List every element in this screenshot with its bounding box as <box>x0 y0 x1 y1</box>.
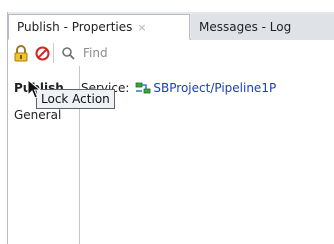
close-icon[interactable]: × <box>137 21 146 34</box>
properties-panel: Publish - Properties × Messages - Log Fi… <box>7 12 334 244</box>
search-icon <box>62 46 75 60</box>
tab-label: Messages - Log <box>199 20 292 34</box>
no-entry-icon <box>35 46 49 60</box>
tooltip: Lock Action <box>36 89 115 109</box>
tab-strip: Publish - Properties × Messages - Log <box>8 12 334 40</box>
search-input[interactable] <box>83 46 283 60</box>
search-box[interactable] <box>53 43 334 63</box>
lock-icon <box>14 44 28 61</box>
service-link[interactable]: SBProject/Pipeline1P <box>153 81 276 95</box>
stop-button[interactable] <box>33 44 51 62</box>
mouse-pointer-icon <box>27 79 41 99</box>
tab-messages-log[interactable]: Messages - Log <box>191 14 334 40</box>
nav-item-general[interactable]: General <box>14 108 61 122</box>
pipeline-icon <box>135 81 151 95</box>
lock-action-button[interactable] <box>12 44 30 62</box>
tab-publish-properties[interactable]: Publish - Properties × <box>8 14 190 40</box>
toolbar <box>8 41 334 65</box>
properties-content: Service: SBProject/Pipeline1P <box>81 66 334 244</box>
tab-label: Publish - Properties <box>17 20 133 34</box>
